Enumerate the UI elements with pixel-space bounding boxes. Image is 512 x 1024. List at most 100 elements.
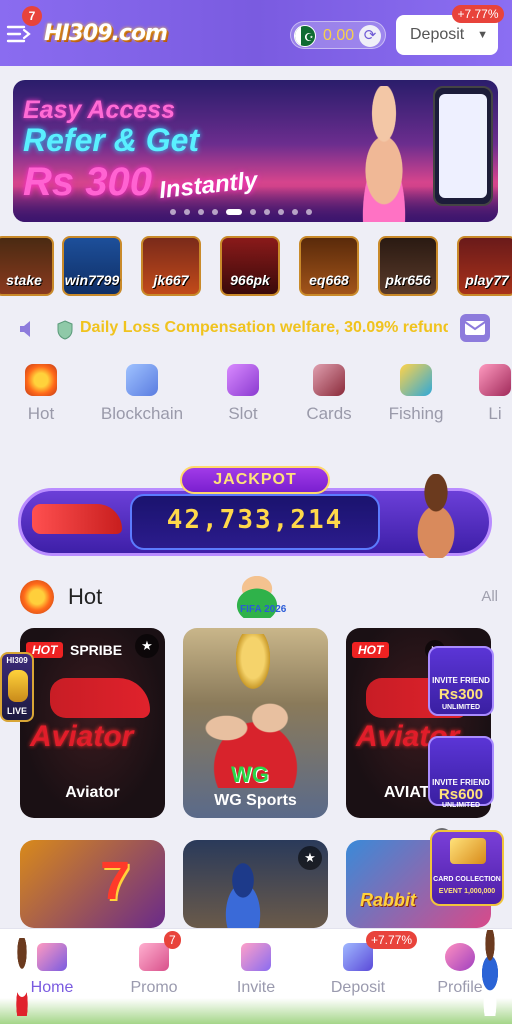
provider-tile[interactable]: stake (0, 236, 54, 296)
tab-label: Slot (228, 404, 258, 423)
fish-icon (400, 364, 432, 396)
football-player-right-image (470, 930, 510, 1016)
pagination-dot[interactable] (306, 209, 312, 215)
pagination-dot[interactable] (250, 209, 256, 215)
tab-blockchain[interactable]: Blockchain (96, 360, 188, 430)
pagination-dot[interactable] (212, 209, 218, 215)
provider-tile[interactable]: 966pk (220, 236, 280, 296)
game-card-cricket[interactable]: ★ (183, 840, 328, 928)
provider-tile[interactable]: play77 (457, 236, 512, 296)
share-icon (241, 943, 271, 971)
pakistan-flag-icon: ☪ (294, 25, 316, 47)
banner-line3: Rs 300 (23, 160, 152, 204)
pagination-dot[interactable] (198, 209, 204, 215)
gift-icon (139, 943, 169, 971)
slot-machine-icon (227, 364, 259, 396)
tab-slot[interactable]: Slot (220, 360, 266, 430)
nav-deposit[interactable]: Deposit +7.77% (310, 929, 418, 1024)
jackpot-title: JACKPOT (180, 466, 330, 494)
cricketer-image (213, 860, 273, 928)
jackpot-banner[interactable]: JACKPOT 42,733,214 (18, 458, 492, 558)
tab-live[interactable]: Li (478, 360, 512, 430)
provider-label: 966pk (230, 272, 270, 288)
game-art-title: Rabbit (360, 890, 416, 910)
invite-friend-widget-300[interactable]: INVITE FRIEND Rs300 UNLIMITED (428, 646, 494, 716)
deposit-badge: +7.77% (366, 931, 418, 949)
pagination-dot[interactable] (264, 209, 270, 215)
tab-hot[interactable]: Hot (14, 360, 68, 430)
promo-banner[interactable]: Easy Access Refer & Get Rs 300 Instantly (13, 80, 498, 222)
jackpot-value: 42,733,214 (166, 505, 344, 535)
nav-promo[interactable]: Promo 7 (106, 929, 202, 1024)
provider-label: eq668 (309, 272, 349, 288)
tab-label: Li (488, 404, 502, 423)
plane-image (50, 678, 150, 718)
tab-label: Cards (306, 404, 352, 423)
treasure-chest-icon (450, 838, 486, 864)
trophy-icon (8, 670, 28, 702)
game-card-label: WG Sports (214, 792, 297, 809)
star-icon[interactable]: ★ (298, 846, 322, 870)
provider-label: play77 (465, 272, 509, 288)
top-header: 7 HI309.com ☪ 0.00 ⟳ Deposit ▼ +7.77% (0, 0, 512, 66)
pagination-dot[interactable] (278, 209, 284, 215)
balance-value: 0.00 (323, 27, 355, 44)
trophy-image (233, 634, 273, 694)
hot-tag: HOT (352, 642, 390, 658)
pagination-dot[interactable] (170, 209, 176, 215)
view-all-link[interactable]: All (481, 588, 498, 605)
section-title: Hot (68, 584, 103, 609)
refresh-icon[interactable]: ⟳ (359, 25, 381, 47)
provider-label: pkr656 (385, 272, 431, 288)
fifa-badge-text: FIFA 2026 (240, 604, 287, 615)
game-card-aviator[interactable]: HOT SPRIBE ★ Aviator Aviator (20, 628, 165, 818)
live-widget-brand: HI309 (6, 656, 28, 665)
shield-icon (56, 320, 74, 340)
wallet-icon (343, 943, 373, 971)
menu-badge: 7 (22, 6, 42, 26)
notice-bar: Daily Loss Compensation welfare, 30.09% … (0, 312, 512, 346)
provider-label: jk667 (153, 272, 189, 288)
jackpot-model-image (396, 474, 476, 558)
nav-label: Promo (130, 979, 178, 996)
banner-phone-image (433, 86, 493, 206)
live-widget[interactable]: HI309 LIVE (0, 652, 34, 722)
menu-icon[interactable] (6, 24, 32, 44)
provider-carousel: stake win7799 jk667 966pk eq668 pkr656 p… (0, 236, 512, 298)
live-icon (479, 364, 511, 396)
provider-tile[interactable]: win7799 (62, 236, 122, 296)
nav-label: Deposit (330, 979, 386, 996)
tab-fishing[interactable]: Fishing (384, 360, 448, 430)
nav-invite[interactable]: Invite (208, 929, 304, 1024)
category-tabs: Hot Blockchain Slot Cards Fishing Li (0, 360, 512, 430)
pagination-dot[interactable] (184, 209, 190, 215)
provider-label: stake (6, 272, 42, 288)
tab-cards[interactable]: Cards (300, 360, 358, 430)
deposit-bonus-badge: +7.77% (452, 5, 504, 23)
provider-tile[interactable]: pkr656 (378, 236, 438, 296)
card-collection-title: CARD COLLECTION (433, 876, 501, 883)
game-card-dragon-slot[interactable]: 7 (20, 840, 165, 928)
invite-amount: Rs600 (438, 786, 484, 803)
tab-label: Hot (27, 404, 55, 423)
provider-tag: SPRIBE (70, 642, 123, 658)
banner-pagination (170, 209, 330, 217)
provider-tile[interactable]: eq668 (299, 236, 359, 296)
provider-tile[interactable]: jk667 (141, 236, 201, 296)
star-icon[interactable]: ★ (135, 634, 159, 658)
blockchain-icon (126, 364, 158, 396)
tab-label: Blockchain (100, 404, 184, 423)
game-card-wg-sports[interactable]: WG WG Sports (183, 628, 328, 818)
site-logo[interactable]: HI309.com (44, 16, 172, 52)
banner-line1: Easy Access (23, 96, 175, 124)
mail-icon[interactable] (460, 314, 490, 342)
pagination-dot[interactable] (292, 209, 298, 215)
banner-model-image (338, 86, 430, 222)
invite-line3: UNLIMITED (441, 802, 481, 809)
pagination-dot[interactable] (226, 209, 242, 215)
invite-line3: UNLIMITED (441, 704, 481, 711)
invite-friend-widget-600[interactable]: INVITE FRIEND Rs600 UNLIMITED (428, 736, 494, 809)
bottom-navigation: Home Promo 7 Invite Deposit +7.77% Profi… (0, 928, 512, 1024)
home-icon (37, 943, 67, 971)
card-collection-widget[interactable]: CARD COLLECTION EVENT 1,000,000 (430, 830, 504, 906)
